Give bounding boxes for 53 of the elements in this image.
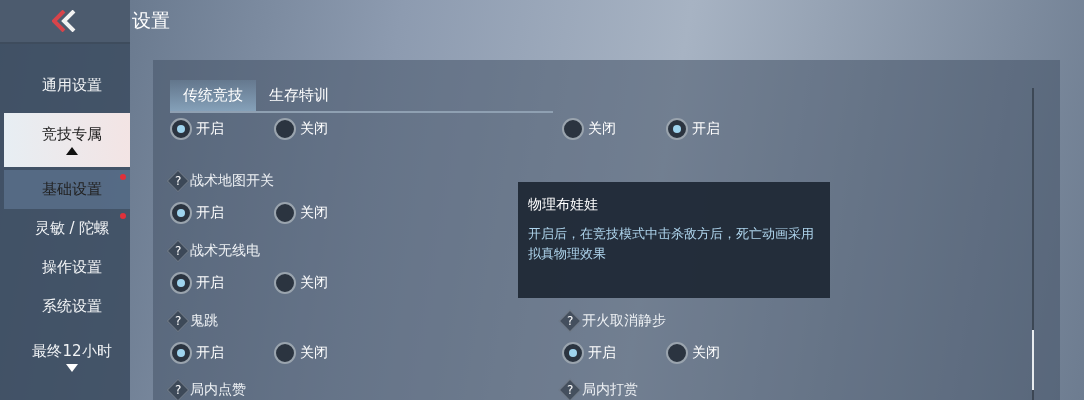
radio-button[interactable] <box>666 342 688 364</box>
radio-button[interactable] <box>562 118 584 140</box>
radio-button[interactable] <box>170 118 192 140</box>
radio-option[interactable]: 关闭 <box>274 202 378 224</box>
radio-option[interactable]: 关闭 <box>562 118 666 140</box>
sidebar-item[interactable]: 基础设置 <box>4 170 130 209</box>
sidebar-item[interactable]: 通用设置 <box>4 66 130 105</box>
radio-button[interactable] <box>170 342 192 364</box>
setting-label: 战术无线电 <box>190 242 260 260</box>
setting-label: 战术地图开关 <box>190 172 274 190</box>
setting-label: 鬼跳 <box>190 312 218 330</box>
tooltip-text: 开启后，在竞技模式中击杀敌方后，死亡动画采用拟真物理效果 <box>528 225 815 263</box>
help-button[interactable]: ? <box>558 309 582 333</box>
back-icon[interactable] <box>52 10 78 32</box>
notification-dot <box>120 213 126 219</box>
down-triangle-icon <box>66 364 78 372</box>
sidebar-item[interactable]: 最终12小时 <box>4 332 130 382</box>
radio-button[interactable] <box>274 202 296 224</box>
radio-button[interactable] <box>274 272 296 294</box>
radio-option[interactable]: 开启 <box>562 342 666 364</box>
tooltip-title: 物理布娃娃 <box>528 196 599 214</box>
radio-option[interactable]: 开启 <box>666 118 770 140</box>
setting-label: 局内打赏 <box>582 381 638 399</box>
radio-option[interactable]: 开启 <box>170 342 274 364</box>
radio-option[interactable]: 关闭 <box>274 342 378 364</box>
sidebar-item[interactable]: 系统设置 <box>4 287 130 326</box>
setting-label: 开火取消静步 <box>582 312 666 330</box>
radio-option[interactable]: 开启 <box>170 272 274 294</box>
radio-button[interactable] <box>274 118 296 140</box>
radio-button[interactable] <box>170 202 192 224</box>
radio-button[interactable] <box>666 118 688 140</box>
sidebar-item[interactable]: 灵敏 / 陀螺 <box>4 209 130 248</box>
sidebar-item[interactable]: 竞技专属 <box>4 113 130 167</box>
notification-dot <box>120 174 126 180</box>
setting-label: 局内点赞 <box>190 381 246 399</box>
tab[interactable]: 生存特训 <box>256 80 342 111</box>
radio-button[interactable] <box>562 342 584 364</box>
help-button[interactable]: ? <box>558 378 582 400</box>
tab[interactable]: 传统竞技 <box>170 80 256 111</box>
scrollbar[interactable] <box>1032 88 1034 400</box>
radio-button[interactable] <box>170 272 192 294</box>
help-button[interactable]: ? <box>166 309 190 333</box>
up-triangle-icon <box>66 147 78 155</box>
radio-option[interactable]: 关闭 <box>666 342 770 364</box>
radio-button[interactable] <box>274 342 296 364</box>
help-button[interactable]: ? <box>166 169 190 193</box>
help-button[interactable]: ? <box>166 378 190 400</box>
radio-option[interactable]: 开启 <box>170 202 274 224</box>
radio-option[interactable]: 开启 <box>170 118 274 140</box>
radio-option[interactable]: 关闭 <box>274 118 378 140</box>
radio-option[interactable]: 关闭 <box>274 272 378 294</box>
sidebar-item[interactable]: 操作设置 <box>4 248 130 287</box>
page-title: 设置 <box>132 8 170 33</box>
